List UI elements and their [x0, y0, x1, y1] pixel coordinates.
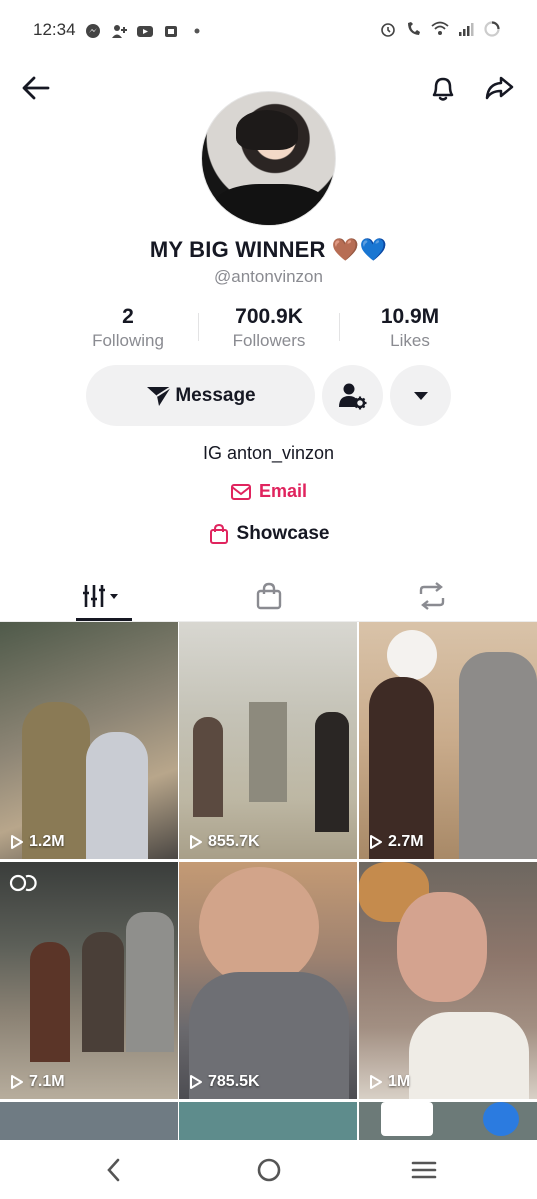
stat-following-value: 2: [122, 305, 134, 328]
caret-down-icon: [413, 391, 428, 400]
back-button[interactable]: [18, 70, 54, 106]
stat-following-label: Following: [92, 331, 164, 350]
content-tabs: [0, 570, 537, 622]
video-thumbnail[interactable]: [179, 1102, 357, 1142]
tab-videos[interactable]: [14, 570, 193, 622]
bell-icon: [432, 77, 454, 101]
repost-icon: [419, 582, 444, 610]
system-navigation-bar: [0, 1140, 537, 1199]
more-options-button[interactable]: [390, 365, 451, 426]
view-count: 1M: [388, 1073, 411, 1090]
friend-settings-button[interactable]: [322, 365, 383, 426]
email-label: Email: [258, 481, 308, 501]
play-icon: [190, 835, 202, 849]
username: @antonvinzon: [214, 267, 323, 286]
message-button-label: Message: [175, 384, 256, 406]
view-count: 2.7M: [388, 833, 424, 850]
mail-icon: [230, 483, 251, 500]
play-icon: [190, 1075, 202, 1089]
tab-reposts[interactable]: [342, 570, 521, 622]
tab-shop[interactable]: [179, 570, 358, 622]
view-count: 785.5K: [208, 1073, 260, 1090]
nav-back-button[interactable]: [94, 1152, 134, 1188]
stat-followers-label: Followers: [232, 331, 306, 350]
view-count: 1.2M: [29, 833, 65, 850]
message-button[interactable]: Message: [86, 365, 315, 426]
view-count: 7.1M: [29, 1073, 65, 1090]
video-thumbnail[interactable]: [359, 1102, 537, 1142]
play-icon: [11, 835, 23, 849]
person-add-icon: [112, 25, 127, 38]
stat-likes-value: 10.9M: [380, 305, 440, 328]
avatar[interactable]: [201, 91, 336, 226]
alarm-icon: [381, 23, 395, 37]
play-icon: [370, 1075, 382, 1089]
user-gear-icon: [338, 383, 366, 409]
showcase-link[interactable]: Showcase: [0, 523, 537, 545]
menu-lines-icon: [411, 1161, 437, 1179]
display-name: MY BIG WINNER 🤎💙: [149, 237, 388, 262]
stat-followers[interactable]: 700.9K Followers: [199, 305, 339, 351]
grid-filter-icon: [82, 585, 118, 607]
video-thumbnail[interactable]: 785.5K: [179, 862, 357, 1099]
profile-stats: 2 Following 700.9K Followers 10.9M Likes: [58, 305, 478, 355]
multi-photo-icon: [9, 874, 37, 892]
stat-following[interactable]: 2 Following: [58, 305, 198, 351]
video-thumbnail[interactable]: 1M: [359, 862, 537, 1099]
bio-text: IG anton_vinzon: [202, 443, 335, 463]
battery-icon: [484, 21, 500, 37]
status-bar: 12:34: [0, 0, 537, 62]
view-count: 855.7K: [208, 833, 260, 850]
messenger-icon: [86, 24, 100, 38]
signal-icon: [459, 23, 474, 36]
youtube-icon: [137, 26, 153, 37]
notifications-button[interactable]: [425, 70, 461, 106]
dot-icon: [194, 28, 200, 34]
status-time: 12:34: [33, 20, 76, 39]
send-icon: [147, 385, 172, 406]
video-thumbnail[interactable]: 7.1M: [0, 862, 178, 1099]
arrow-left-icon: [22, 76, 50, 100]
share-button[interactable]: [481, 70, 517, 106]
active-tab-indicator: [76, 618, 132, 621]
shopping-bag-icon: [256, 582, 281, 610]
home-circle-icon: [257, 1158, 281, 1182]
video-thumbnail[interactable]: [0, 1102, 178, 1142]
showcase-label: Showcase: [236, 523, 330, 544]
stat-likes[interactable]: 10.9M Likes: [340, 305, 480, 351]
email-link[interactable]: Email: [0, 481, 537, 502]
play-icon: [370, 835, 382, 849]
stat-followers-value: 700.9K: [235, 305, 303, 328]
nav-recents-button[interactable]: [404, 1152, 444, 1188]
nav-home-button[interactable]: [249, 1152, 289, 1188]
stat-likes-label: Likes: [390, 331, 430, 350]
chevron-left-icon: [107, 1158, 120, 1182]
wifi-icon: [431, 21, 449, 35]
video-thumbnail[interactable]: 2.7M: [359, 622, 537, 859]
wifi-call-icon: [408, 22, 420, 35]
notification-icon: [165, 26, 177, 37]
play-icon: [11, 1075, 23, 1089]
share-arrow-icon: [485, 76, 514, 100]
video-thumbnail[interactable]: 855.7K: [179, 622, 357, 859]
video-thumbnail[interactable]: 1.2M: [0, 622, 178, 859]
video-grid: 1.2M 855.7K 2.7M 7.1M 785.5K 1M: [0, 622, 537, 1142]
shopping-bag-icon: [209, 523, 228, 544]
